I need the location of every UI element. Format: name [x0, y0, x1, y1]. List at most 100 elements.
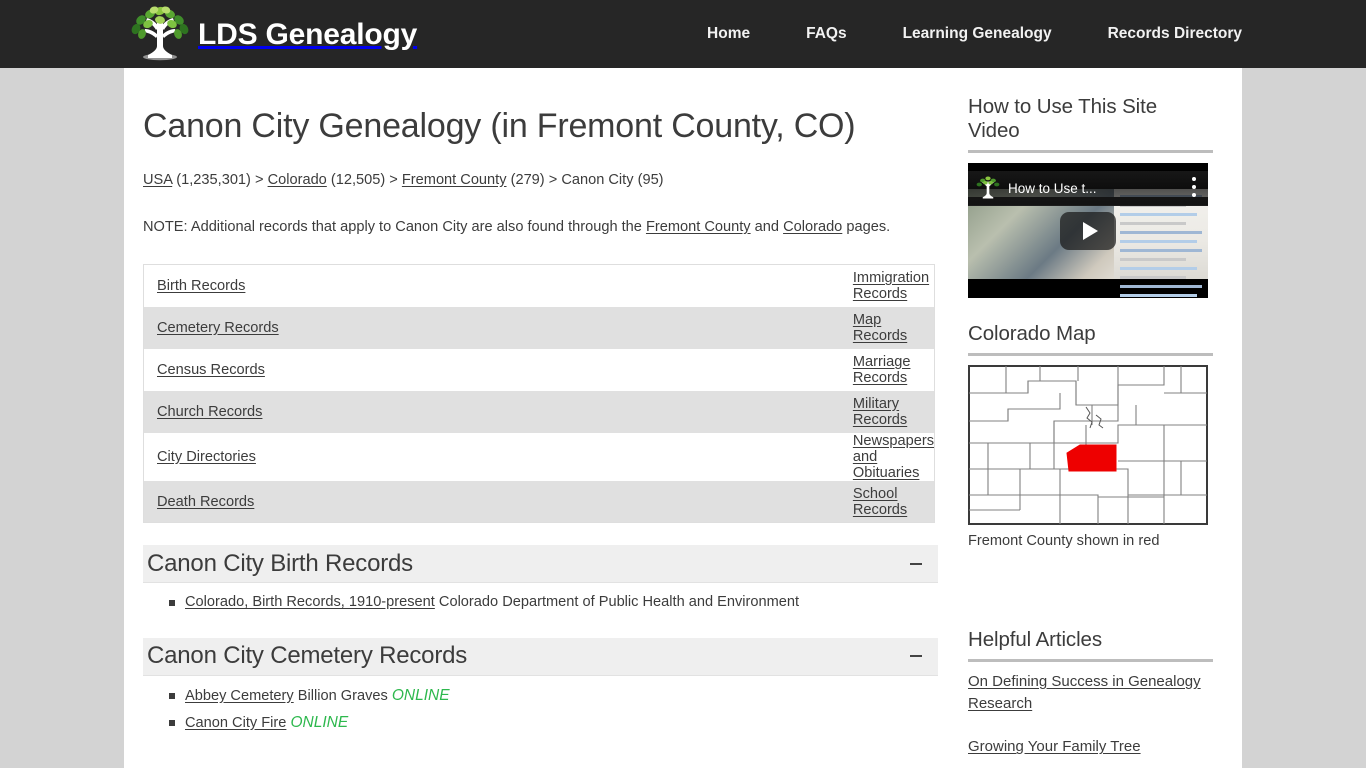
table-cell: School Records: [519, 481, 935, 523]
site-header: LDS Genealogy Home FAQs Learning Genealo…: [0, 0, 1366, 68]
note-part-1: NOTE: Additional records that apply to C…: [143, 219, 646, 236]
table-cell: Church Records: [144, 391, 519, 433]
note-text: NOTE: Additional records that apply to C…: [143, 216, 903, 238]
main-column: Canon City Genealogy (in Fremont County,…: [143, 68, 938, 737]
sidebar-heading-video: How to Use This Site Video: [968, 95, 1213, 153]
note-link-colorado[interactable]: Colorado: [783, 219, 842, 235]
record-link-death-records[interactable]: Death Records: [157, 494, 254, 510]
table-cell: Death Records: [144, 481, 519, 523]
breadcrumb-link-colorado[interactable]: Colorado: [268, 172, 327, 188]
record-entry-desc: Colorado Department of Public Health and…: [434, 594, 800, 611]
colorado-county-map: [968, 365, 1208, 525]
nav-item-home[interactable]: Home: [707, 25, 750, 43]
table-cell: Military Records: [519, 391, 935, 433]
online-badge: ONLINE: [290, 713, 349, 731]
article-link-defining-success[interactable]: On Defining Success in Genealogy Researc…: [968, 671, 1213, 715]
sidebar-heading-map: Colorado Map: [968, 322, 1213, 356]
site-logo-link[interactable]: LDS Genealogy: [128, 4, 417, 64]
note-part-3: pages.: [842, 219, 891, 236]
video-title-bar: How to Use t...: [968, 171, 1208, 205]
record-link-census-records[interactable]: Census Records: [157, 362, 265, 378]
helpful-articles-list: On Defining Success in Genealogy Researc…: [968, 671, 1213, 768]
breadcrumb-separator: >: [254, 171, 264, 188]
breadcrumb-count-fremont-county: (279): [510, 171, 545, 188]
kebab-menu-icon[interactable]: [1192, 177, 1196, 197]
record-link-marriage-records[interactable]: Marriage Records: [853, 354, 911, 386]
table-cell: Newspapers and Obituaries: [519, 433, 935, 481]
breadcrumb-current-canon-city: Canon City: [561, 171, 634, 188]
tree-logo-icon: [976, 176, 1000, 199]
record-link-map-records[interactable]: Map Records: [853, 312, 907, 344]
tree-logo-icon: [131, 6, 189, 61]
breadcrumb-link-usa[interactable]: USA: [143, 172, 172, 188]
table-row: Death Records School Records: [143, 480, 935, 523]
breadcrumb-count-canon-city: (95): [637, 171, 664, 188]
list-item: Canon City Fire ONLINE: [169, 710, 938, 737]
brand-name: LDS Genealogy: [198, 18, 418, 51]
nav-item-faqs[interactable]: FAQs: [806, 25, 846, 43]
section-header-cemetery-records[interactable]: Canon City Cemetery Records: [143, 637, 938, 676]
record-link-city-directories[interactable]: City Directories: [157, 449, 256, 465]
record-link-school-records[interactable]: School Records: [853, 486, 907, 518]
nav-item-learning-genealogy[interactable]: Learning Genealogy: [903, 25, 1052, 43]
list-item: Abbey Cemetery Billion Graves ONLINE: [169, 683, 938, 710]
section-title: Canon City Cemetery Records: [147, 642, 468, 670]
content-container: Canon City Genealogy (in Fremont County,…: [124, 68, 1242, 768]
page-title: Canon City Genealogy (in Fremont County,…: [143, 107, 856, 145]
table-row: Census Records Marriage Records: [143, 348, 935, 391]
breadcrumb: USA (1,235,301) > Colorado (12,505) > Fr…: [143, 170, 938, 190]
map-svg: [968, 365, 1208, 525]
record-types-table: Birth Records Immigration Records Cemete…: [143, 264, 935, 524]
nav-item-records-directory[interactable]: Records Directory: [1108, 25, 1242, 43]
online-badge: ONLINE: [391, 686, 450, 704]
section-list-cemetery-records: Abbey Cemetery Billion Graves ONLINE Can…: [143, 683, 938, 737]
video-player[interactable]: How to Use t...: [968, 163, 1208, 298]
page-root: LDS Genealogy Home FAQs Learning Genealo…: [0, 0, 1366, 768]
sidebar: How to Use This Site Video How to Use t.…: [968, 68, 1213, 768]
breadcrumb-separator: >: [389, 171, 398, 188]
breadcrumb-separator: >: [548, 171, 558, 188]
table-row: Church Records Military Records: [143, 390, 935, 433]
record-link-church-records[interactable]: Church Records: [157, 404, 262, 420]
table-row: Cemetery Records Map Records: [143, 306, 935, 349]
sidebar-heading-articles: Helpful Articles: [968, 628, 1213, 662]
highlighted-county-fremont: [1066, 444, 1117, 472]
section-birth-records: Canon City Birth Records Colorado, Birth…: [143, 545, 938, 615]
record-link-military-records[interactable]: Military Records: [853, 396, 907, 428]
table-cell: City Directories: [144, 433, 519, 481]
article-link-growing-family-tree[interactable]: Growing Your Family Tree: [968, 736, 1213, 758]
primary-nav: Home FAQs Learning Genealogy Records Dir…: [707, 0, 1242, 68]
table-row: Birth Records Immigration Records: [143, 264, 935, 307]
table-cell: Cemetery Records: [144, 307, 519, 349]
section-list-birth-records: Colorado, Birth Records, 1910-present Co…: [143, 590, 938, 615]
breadcrumb-count-colorado: (12,505): [330, 171, 386, 188]
record-entry-link[interactable]: Colorado, Birth Records, 1910-present: [185, 594, 435, 610]
table-cell: Map Records: [519, 307, 935, 349]
note-part-2: and: [750, 219, 784, 236]
breadcrumb-link-fremont-county[interactable]: Fremont County: [402, 172, 507, 188]
table-cell: Immigration Records: [519, 265, 935, 307]
minus-collapse-icon[interactable]: [908, 556, 924, 572]
note-link-fremont-county[interactable]: Fremont County: [646, 219, 751, 235]
record-entry-link[interactable]: Canon City Fire: [185, 715, 286, 731]
table-cell: Birth Records: [144, 265, 519, 307]
record-entry-link[interactable]: Abbey Cemetery: [185, 688, 294, 704]
table-row: City Directories Newspapers and Obituari…: [143, 432, 935, 481]
breadcrumb-count-usa: (1,235,301): [176, 171, 251, 188]
map-caption: Fremont County shown in red: [968, 533, 1160, 549]
record-link-immigration-records[interactable]: Immigration Records: [853, 270, 929, 302]
list-item: Colorado, Birth Records, 1910-present Co…: [169, 590, 938, 615]
play-button-icon[interactable]: [1060, 211, 1116, 250]
table-cell: Census Records: [144, 349, 519, 391]
table-cell: Marriage Records: [519, 349, 935, 391]
record-link-cemetery-records[interactable]: Cemetery Records: [157, 320, 279, 336]
section-header-birth-records[interactable]: Canon City Birth Records: [143, 545, 938, 584]
record-entry-desc: Billion Graves: [293, 687, 392, 704]
section-title: Canon City Birth Records: [147, 549, 413, 577]
record-link-birth-records[interactable]: Birth Records: [157, 278, 245, 294]
record-link-newspapers-and-obituaries[interactable]: Newspapers and Obituaries: [853, 433, 934, 481]
section-cemetery-records: Canon City Cemetery Records Abbey Cemete…: [143, 637, 938, 737]
minus-collapse-icon[interactable]: [908, 648, 924, 664]
video-title: How to Use t...: [1008, 180, 1097, 196]
